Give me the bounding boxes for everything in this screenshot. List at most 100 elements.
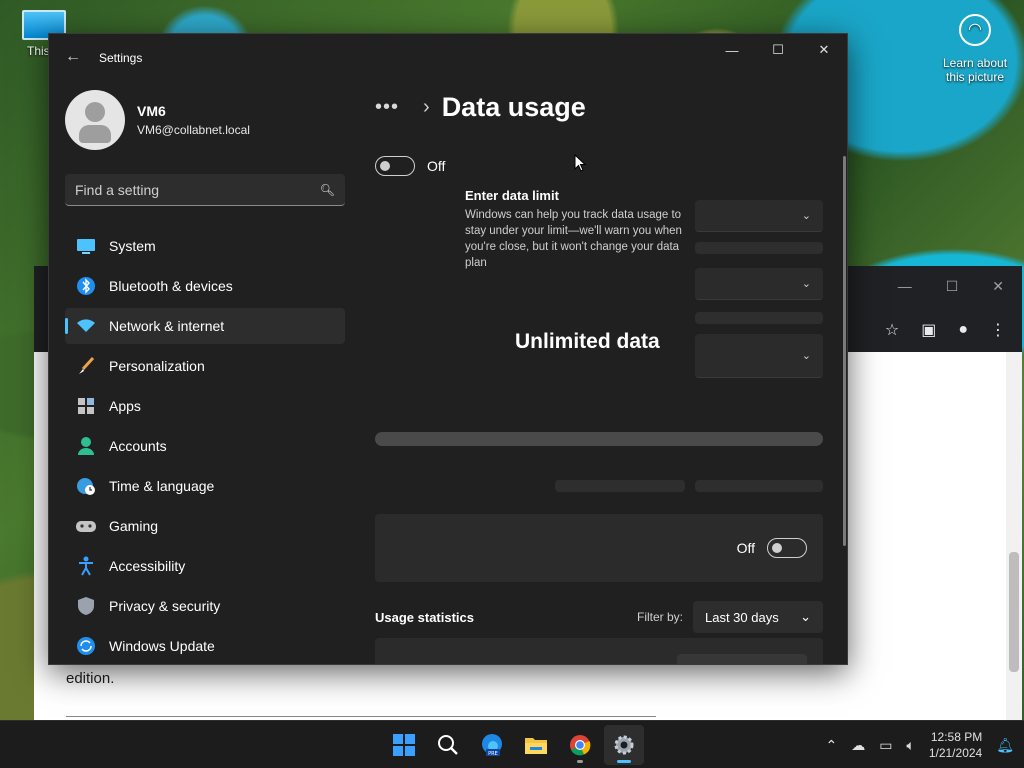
sidebar-item-network[interactable]: Network & internet — [65, 308, 345, 344]
sidebar-item-label: Apps — [109, 398, 141, 414]
sidebar-item-label: Personalization — [109, 358, 205, 374]
window-title: Settings — [99, 51, 143, 65]
profile-icon[interactable]: ● — [958, 321, 968, 339]
sidebar-item-windows-update[interactable]: Windows Update — [65, 628, 345, 664]
clock[interactable]: 12:58 PM 1/21/2024 — [929, 729, 982, 761]
chevron-down-icon: ⌄ — [801, 350, 811, 362]
scrollbar-thumb[interactable] — [1009, 552, 1019, 672]
sidebar-item-label: Windows Update — [109, 638, 215, 654]
data-limit-toggle-row: Off — [375, 156, 445, 176]
sidebar-item-personalization[interactable]: Personalization — [65, 348, 345, 384]
brush-icon — [75, 355, 97, 377]
background-data-card: Off — [375, 514, 823, 582]
card-toggle-state-label: Off — [736, 540, 755, 556]
sidebar-item-label: Gaming — [109, 518, 159, 534]
usage-progress-bar — [375, 432, 823, 446]
gear-icon — [614, 735, 634, 755]
usage-statistics-label: Usage statistics — [375, 609, 474, 625]
sidebar-item-gaming[interactable]: Gaming — [65, 508, 345, 544]
sidebar-item-system[interactable]: System — [65, 228, 345, 264]
chrome-button[interactable] — [560, 725, 600, 765]
close-icon[interactable]: ✕ — [992, 278, 1004, 295]
back-arrow-icon[interactable]: ← — [65, 48, 81, 66]
breadcrumb-overflow[interactable]: ••• — [375, 96, 399, 119]
unlimited-data-label: Unlimited data — [515, 330, 660, 353]
learn-about-picture-label: Learn about this picture — [942, 56, 1008, 84]
settings-button[interactable] — [604, 725, 644, 765]
reset-button[interactable]: Reset — [677, 654, 807, 664]
onedrive-icon[interactable]: ☁ — [851, 737, 865, 754]
settings-window: ← Settings — ☐ ✕ VM6 VM6@collabnet.local… — [48, 33, 848, 665]
breadcrumb: ••• › Data usage — [375, 92, 586, 123]
chevron-right-icon: › — [423, 96, 430, 118]
main-content: ••• › Data usage Off Enter data limit Wi… — [375, 82, 835, 664]
bluetooth-icon — [75, 275, 97, 297]
data-limit-toggle[interactable] — [375, 156, 415, 176]
settings-titlebar: ← Settings — ☐ ✕ — [49, 34, 847, 82]
sidebar-item-accounts[interactable]: Accounts — [65, 428, 345, 464]
side-panel-icon[interactable]: ▣ — [921, 320, 936, 340]
person-icon — [75, 435, 97, 457]
start-button[interactable] — [384, 725, 424, 765]
chevron-down-icon: ⌄ — [800, 609, 811, 624]
placeholder-bar — [555, 480, 685, 492]
placeholder-bar — [695, 480, 823, 492]
placeholder-bar — [695, 312, 823, 324]
taskbar-apps: PRE — [384, 721, 644, 768]
browser-toolbar: ☆ ▣ ● ⋮ — [842, 312, 1022, 348]
limit-dropdown-1[interactable]: ⌄ — [695, 200, 823, 232]
settings-scrollbar[interactable] — [843, 156, 846, 546]
notification-bell-icon[interactable]: 🔔︎ — [996, 737, 1014, 754]
chevron-up-icon[interactable]: ⌃ — [825, 737, 837, 754]
network-icon[interactable]: ▭ — [879, 737, 892, 754]
edge-icon: PRE — [482, 734, 502, 757]
clock-date: 1/21/2024 — [928, 746, 983, 760]
minimize-icon[interactable]: — — [898, 278, 912, 294]
close-button[interactable]: ✕ — [801, 34, 847, 66]
minimize-button[interactable]: — — [709, 34, 755, 66]
search-icon — [438, 735, 458, 755]
update-icon — [75, 635, 97, 657]
search-icon[interactable]: 🔍︎ — [320, 183, 335, 197]
accessibility-icon — [75, 555, 97, 577]
user-profile[interactable]: VM6 VM6@collabnet.local — [65, 90, 250, 150]
maximize-icon[interactable]: ☐ — [946, 278, 959, 295]
clock-time: 12:58 PM — [930, 730, 983, 744]
chevron-down-icon: ⌄ — [801, 210, 811, 222]
limit-dropdown-3[interactable]: ⌄ — [695, 334, 823, 378]
placeholder-bar — [695, 242, 823, 254]
sidebar-item-label: Time & language — [109, 478, 215, 494]
page-divider — [66, 716, 656, 717]
sidebar-item-bluetooth[interactable]: Bluetooth & devices — [65, 268, 345, 304]
gamepad-icon — [75, 515, 97, 537]
maximize-button[interactable]: ☐ — [755, 34, 801, 66]
sidebar-item-label: Network & internet — [109, 318, 225, 334]
chrome-icon — [570, 735, 591, 756]
limit-dropdown-2[interactable]: ⌄ — [695, 268, 823, 300]
file-explorer-button[interactable] — [516, 725, 556, 765]
learn-about-picture[interactable]: ◠ Learn about this picture — [936, 14, 1014, 84]
sidebar-nav: System Bluetooth & devices Network & int… — [65, 228, 345, 664]
mouse-cursor-icon — [574, 154, 586, 172]
apps-icon — [75, 395, 97, 417]
sidebar-item-apps[interactable]: Apps — [65, 388, 345, 424]
sidebar-item-label: System — [109, 238, 156, 254]
camera-info-icon: ◠ — [959, 14, 991, 46]
volume-muted-icon[interactable]: 🔈︎ — [906, 737, 914, 754]
sidebar-item-privacy[interactable]: Privacy & security — [65, 588, 345, 624]
menu-kebab-icon[interactable]: ⋮ — [990, 320, 1006, 340]
filter-dropdown[interactable]: Last 30 days ⌄ — [693, 601, 823, 633]
search-input[interactable]: Find a setting 🔍︎ — [65, 174, 345, 206]
edge-badge: PRE — [488, 751, 498, 757]
filter-value: Last 30 days — [705, 609, 779, 625]
user-email: VM6@collabnet.local — [137, 123, 250, 137]
edge-button[interactable]: PRE — [472, 725, 512, 765]
browser-scrollbar[interactable] — [1006, 352, 1022, 720]
card-toggle[interactable] — [767, 538, 807, 558]
bookmark-star-icon[interactable]: ☆ — [885, 320, 899, 340]
search-button[interactable] — [428, 725, 468, 765]
sidebar-item-time-language[interactable]: Time & language — [65, 468, 345, 504]
sidebar-item-accessibility[interactable]: Accessibility — [65, 548, 345, 584]
windows-logo-icon — [393, 734, 415, 756]
enter-limit-description: Windows can help you track data usage to… — [465, 209, 682, 269]
